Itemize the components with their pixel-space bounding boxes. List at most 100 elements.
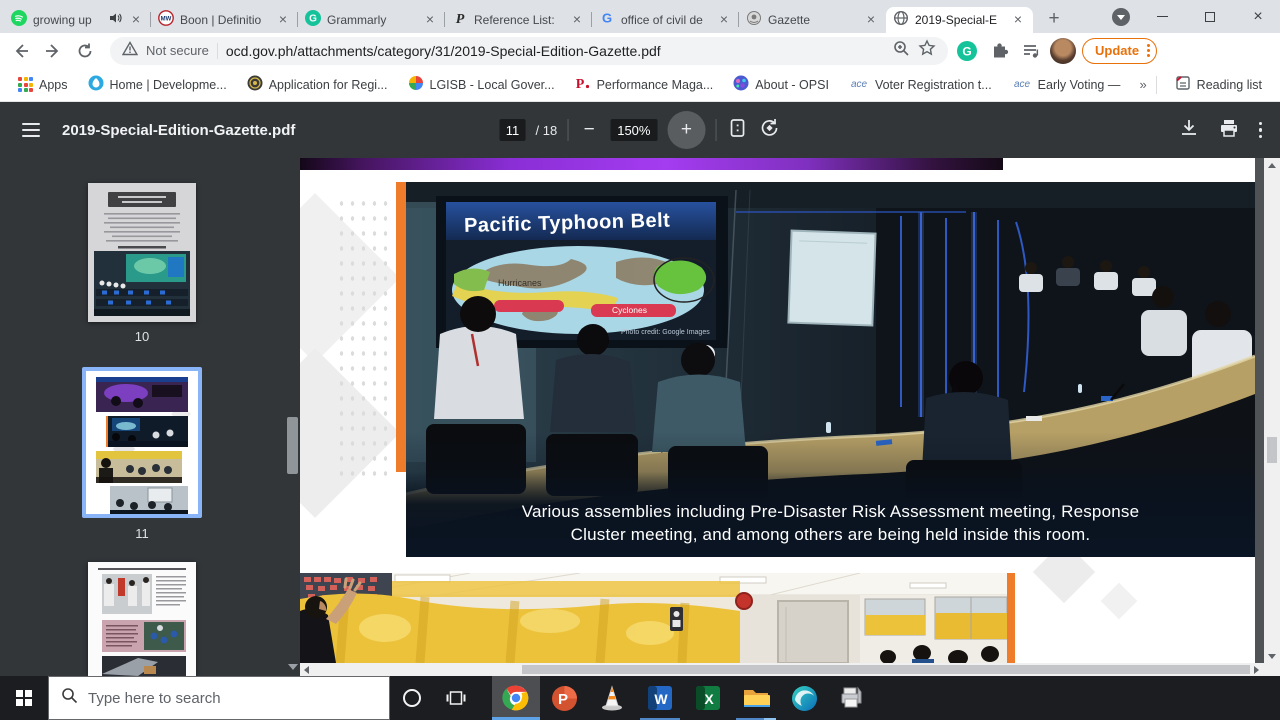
media-controls-icon[interactable]: [1018, 38, 1044, 64]
taskbar-edge-button[interactable]: [780, 676, 828, 720]
sidebar-scrollbar-thumb[interactable]: [287, 417, 298, 474]
page-number-input[interactable]: 11: [499, 119, 526, 141]
forward-button[interactable]: [40, 38, 66, 64]
zoom-in-button[interactable]: +: [667, 111, 706, 149]
zoom-page-icon[interactable]: [892, 39, 910, 62]
tab-gazette[interactable]: Gazette ×: [739, 7, 886, 33]
bookmark-label: Performance Maga...: [596, 77, 714, 92]
window-minimize-button[interactable]: [1140, 0, 1184, 33]
zoom-level[interactable]: 150%: [610, 119, 658, 141]
task-view-button[interactable]: [434, 676, 478, 720]
vlc-icon: [602, 685, 622, 711]
tab-reference-list[interactable]: P Reference List: ×: [445, 7, 592, 33]
start-button[interactable]: [0, 676, 48, 720]
printer-icon: [841, 686, 862, 708]
svg-text:P: P: [575, 77, 584, 91]
extensions-puzzle-icon[interactable]: [986, 38, 1012, 64]
thumbnail-page-12[interactable]: [88, 562, 196, 676]
close-icon: ×: [1253, 7, 1263, 25]
thumbnail-page-10-label[interactable]: 10: [88, 329, 196, 344]
vertical-scrollbar[interactable]: [1264, 158, 1280, 676]
tab-close-button[interactable]: ×: [569, 12, 585, 28]
horizontal-scrollbar[interactable]: [300, 663, 1264, 676]
tab-grammarly[interactable]: G Grammarly ×: [298, 7, 445, 33]
pdf-menu-icon[interactable]: [22, 123, 40, 137]
merriam-webster-icon: MW: [158, 9, 174, 31]
tab-close-button[interactable]: ×: [716, 12, 732, 28]
tab-merriam-webster[interactable]: MW Boon | Definitio ×: [151, 7, 298, 33]
maximize-icon: [1205, 11, 1215, 22]
security-label[interactable]: Not secure: [146, 43, 209, 58]
tab-close-button[interactable]: ×: [1010, 12, 1026, 28]
rotate-button[interactable]: [758, 117, 780, 144]
tab-spotify[interactable]: growing up ×: [4, 7, 151, 33]
update-button[interactable]: Update: [1082, 37, 1158, 64]
tab-close-button[interactable]: ×: [128, 12, 144, 28]
chrome-icon: [502, 685, 529, 711]
taskbar-powerpoint-button[interactable]: P: [540, 676, 588, 720]
bookmarks-overflow-button[interactable]: »: [1139, 77, 1146, 92]
tab-close-button[interactable]: ×: [863, 12, 879, 28]
omnibox-divider: [216, 42, 218, 59]
download-icon[interactable]: [1179, 118, 1199, 143]
map-label-cyclones: Cyclones: [612, 305, 647, 315]
thumbnail-page-10[interactable]: [88, 183, 196, 322]
pdf-thumbnail-sidebar: 10 11: [0, 158, 300, 676]
tab-close-button[interactable]: ×: [275, 12, 291, 28]
scroll-right-icon[interactable]: [1254, 665, 1259, 674]
tab-google-search[interactable]: G office of civil de ×: [592, 7, 739, 33]
address-bar[interactable]: Not secure ocd.gov.ph/attachments/catego…: [110, 36, 948, 65]
scroll-down-icon[interactable]: [1268, 654, 1276, 659]
thumbnail-page-11-label[interactable]: 11: [82, 526, 202, 541]
profile-avatar[interactable]: [1050, 37, 1076, 64]
url-text[interactable]: ocd.gov.ph/attachments/category/31/2019-…: [226, 43, 884, 59]
vertical-scrollbar-thumb[interactable]: [1267, 437, 1277, 463]
taskbar-fax-printer-button[interactable]: [828, 676, 876, 720]
window-maximize-button[interactable]: [1188, 0, 1232, 33]
reading-list-button[interactable]: Reading list: [1167, 73, 1270, 97]
tab-pdf-active[interactable]: 2019-Special-E ×: [886, 7, 1033, 33]
cortana-button[interactable]: [390, 676, 434, 720]
bookmark-about-opsi[interactable]: About - OPSI: [725, 73, 837, 97]
bookmark-voter-registration[interactable]: ace Voter Registration t...: [841, 73, 1000, 97]
apps-grid-icon: [18, 77, 33, 92]
print-icon[interactable]: [1219, 118, 1239, 143]
horizontal-scrollbar-thumb[interactable]: [522, 665, 1250, 674]
zoom-out-button[interactable]: −: [578, 119, 600, 141]
fit-page-button[interactable]: [726, 117, 748, 144]
tab-close-button[interactable]: ×: [422, 12, 438, 28]
browser-menu-icon[interactable]: [1147, 44, 1151, 57]
taskbar-chrome-button[interactable]: [492, 676, 540, 720]
scroll-up-icon[interactable]: [1268, 163, 1276, 168]
reload-button[interactable]: [72, 38, 98, 64]
pdf-toolbar: 2019-Special-Edition-Gazette.pdf 11 / 18…: [0, 102, 1280, 158]
taskbar-vlc-button[interactable]: [588, 676, 636, 720]
taskbar-excel-button[interactable]: X: [684, 676, 732, 720]
pdf-more-options-icon[interactable]: [1258, 121, 1262, 139]
bookmark-lgisb[interactable]: LGISB - Local Gover...: [400, 73, 563, 97]
taskbar-search[interactable]: [48, 676, 390, 720]
bookmark-star-icon[interactable]: [918, 39, 936, 62]
bookmark-application-regi[interactable]: Application for Regi...: [239, 73, 396, 97]
accent-bar-orange: [396, 182, 406, 472]
thumbnail-page-11-preview: [86, 371, 198, 514]
bookmarks-divider: [1155, 75, 1157, 94]
scroll-left-icon[interactable]: [304, 665, 309, 674]
tab-search-button[interactable]: [1112, 8, 1130, 26]
new-tab-button[interactable]: +: [1040, 6, 1068, 34]
tab-title: growing up: [33, 13, 92, 27]
ace-icon: ace: [1012, 76, 1032, 93]
sidebar-scroll-down-icon[interactable]: [288, 664, 298, 670]
thumbnail-page-11-selected[interactable]: [82, 367, 202, 518]
bookmark-early-voting[interactable]: ace Early Voting —: [1004, 73, 1129, 97]
back-button[interactable]: [8, 38, 34, 64]
taskbar-file-explorer-button[interactable]: [732, 676, 780, 720]
bookmark-home-developme[interactable]: Home | Developme...: [80, 73, 235, 97]
search-input[interactable]: [88, 689, 348, 707]
grammarly-extension-icon[interactable]: G: [954, 38, 980, 64]
bookmark-apps[interactable]: Apps: [10, 73, 76, 97]
window-close-button[interactable]: ×: [1236, 0, 1280, 33]
bookmark-performance-maga[interactable]: P Performance Maga...: [567, 73, 722, 97]
tab-audio-icon[interactable]: [108, 11, 122, 30]
taskbar-word-button[interactable]: W: [636, 676, 684, 720]
